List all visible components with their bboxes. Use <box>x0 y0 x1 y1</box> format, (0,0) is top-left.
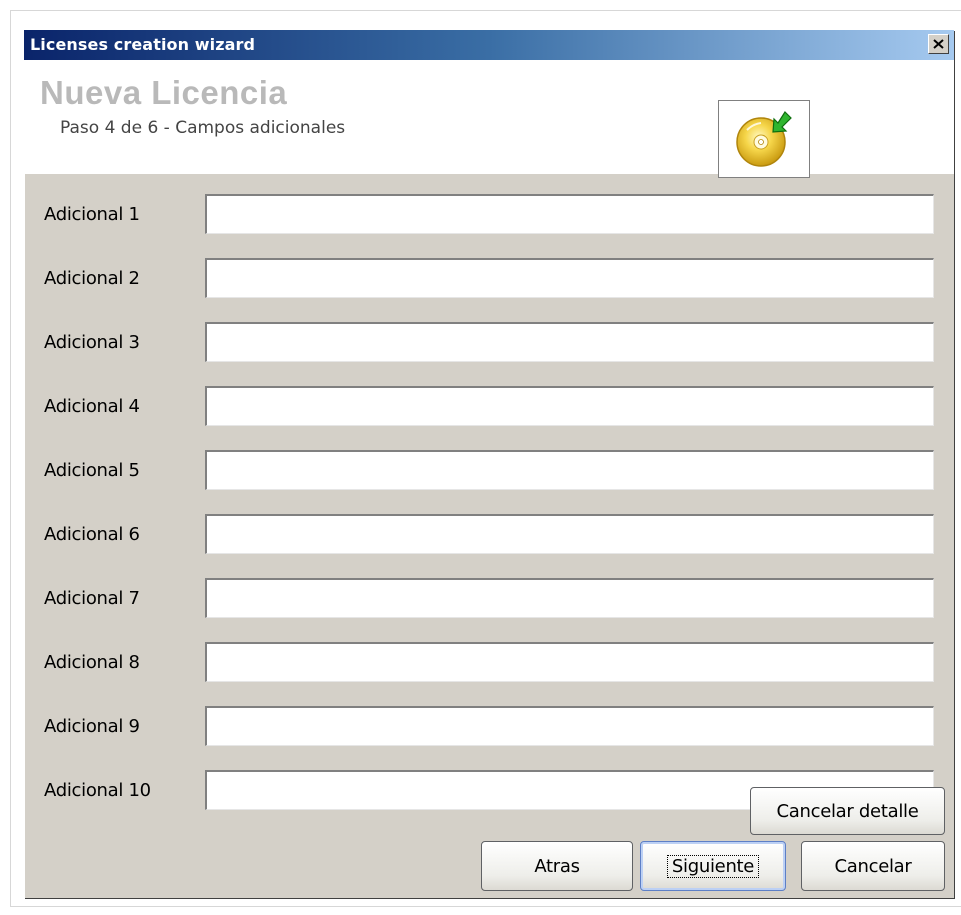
field-label: Adicional 6 <box>44 524 140 545</box>
field-label: Adicional 2 <box>44 268 140 289</box>
field-row: Adicional 7 <box>24 576 954 620</box>
title-bar[interactable]: Licenses creation wizard <box>24 30 954 60</box>
additional-8-input[interactable] <box>205 642 934 682</box>
back-button[interactable]: Atras <box>481 841 633 891</box>
cancel-button[interactable]: Cancelar <box>801 841 945 891</box>
close-icon <box>933 39 944 49</box>
additional-7-input[interactable] <box>205 578 934 618</box>
additional-1-input[interactable] <box>205 194 934 234</box>
additional-5-input[interactable] <box>205 450 934 490</box>
header-icon-frame <box>718 100 810 178</box>
cancel-detail-button[interactable]: Cancelar detalle <box>750 787 945 835</box>
window-title: Licenses creation wizard <box>30 35 256 54</box>
field-row: Adicional 4 <box>24 384 954 428</box>
field-row: Adicional 8 <box>24 640 954 684</box>
additional-4-input[interactable] <box>205 386 934 426</box>
field-label: Adicional 10 <box>44 780 151 801</box>
header-title: Nueva Licencia <box>40 74 288 111</box>
cancel-detail-label: Cancelar detalle <box>776 800 919 822</box>
next-button[interactable]: Siguiente <box>640 841 786 891</box>
field-row: Adicional 3 <box>24 320 954 364</box>
field-label: Adicional 4 <box>44 396 140 417</box>
wizard-window: Licenses creation wizard Nueva Licencia … <box>24 30 954 898</box>
back-label: Atras <box>534 855 580 877</box>
additional-2-input[interactable] <box>205 258 934 298</box>
additional-9-input[interactable] <box>205 706 934 746</box>
next-label: Siguiente <box>666 854 760 878</box>
field-row: Adicional 1 <box>24 192 954 236</box>
header-subtitle: Paso 4 de 6 - Campos adicionales <box>60 118 346 138</box>
additional-3-input[interactable] <box>205 322 934 362</box>
field-row: Adicional 9 <box>24 704 954 748</box>
cd-import-icon <box>736 111 792 167</box>
field-row: Adicional 5 <box>24 448 954 492</box>
close-button[interactable] <box>928 34 949 54</box>
field-label: Adicional 8 <box>44 652 140 673</box>
field-row: Adicional 6 <box>24 512 954 556</box>
field-row: Adicional 2 <box>24 256 954 300</box>
field-label: Adicional 7 <box>44 588 140 609</box>
field-label: Adicional 3 <box>44 332 140 353</box>
field-label: Adicional 9 <box>44 716 140 737</box>
field-label: Adicional 1 <box>44 204 140 225</box>
cancel-label: Cancelar <box>834 855 912 877</box>
additional-6-input[interactable] <box>205 514 934 554</box>
wizard-header: Nueva Licencia Paso 4 de 6 - Campos adic… <box>24 60 954 178</box>
field-label: Adicional 5 <box>44 460 140 481</box>
